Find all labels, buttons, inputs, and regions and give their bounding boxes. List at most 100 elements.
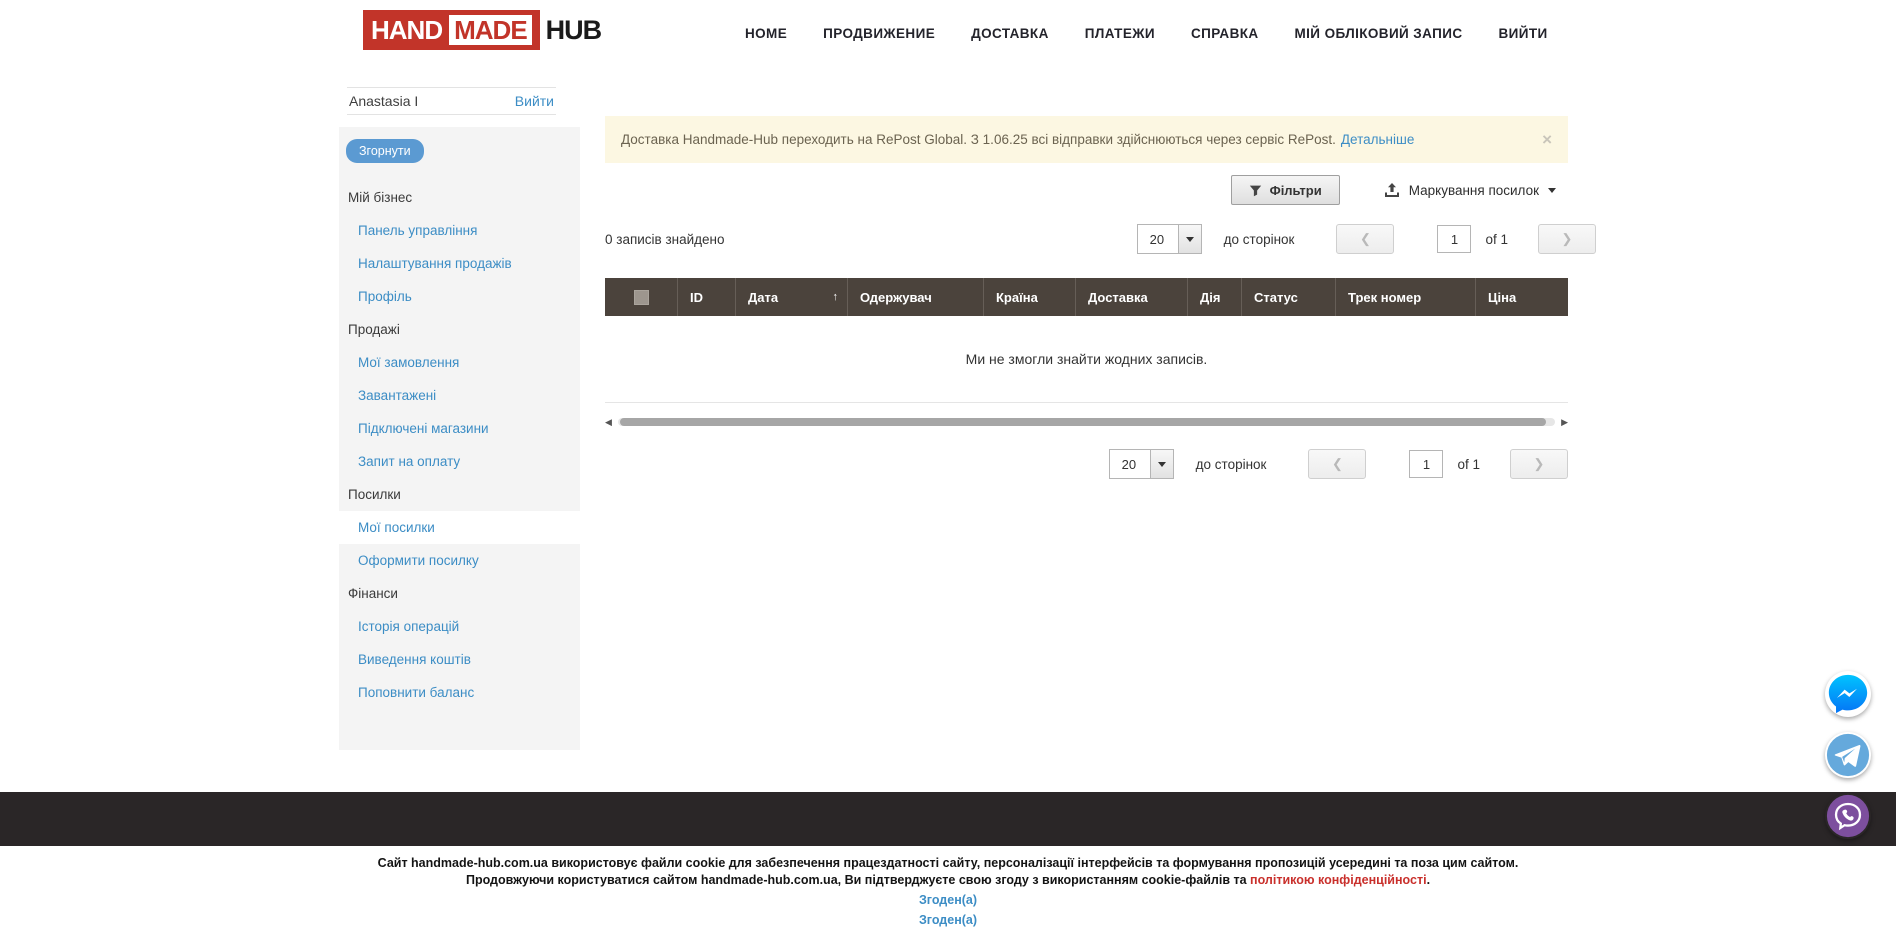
- col-country[interactable]: Країна: [983, 278, 1075, 316]
- nav-logout[interactable]: ВИЙТИ: [1499, 26, 1548, 41]
- nav-promotion[interactable]: ПРОДВИЖЕНИЕ: [823, 26, 935, 41]
- top-header: HAND MADE HUB HOME ПРОДВИЖЕНИЕ ДОСТАВКА …: [0, 0, 1896, 66]
- sidebar-item-connected-shops[interactable]: Підключені магазини: [339, 412, 580, 445]
- nav-help[interactable]: СПРАВКА: [1191, 26, 1259, 41]
- sidebar-menu: Мій бізнес Панель управління Налаштуванн…: [339, 181, 580, 709]
- sidebar-item-payment-request[interactable]: Запит на оплату: [339, 445, 580, 478]
- parcels-table-body: Ми не змогли знайти жодних записів.: [605, 316, 1568, 403]
- sidebar-item-transaction-history[interactable]: Історія операцій: [339, 610, 580, 643]
- col-delivery[interactable]: Доставка: [1075, 278, 1187, 316]
- scroll-left-icon[interactable]: ◀: [605, 417, 615, 427]
- sort-asc-icon[interactable]: ↑: [833, 291, 839, 303]
- empty-table-message: Ми не змогли знайти жодних записів.: [966, 351, 1208, 367]
- chevron-left-icon: ❮: [1332, 456, 1343, 472]
- horizontal-scrollbar[interactable]: ◀ ▶: [605, 415, 1568, 429]
- per-page-value: 20: [1110, 450, 1150, 478]
- sidebar-item-my-orders[interactable]: Мої замовлення: [339, 346, 580, 379]
- parcel-marking-label: Маркування посилок: [1409, 183, 1539, 198]
- chevron-left-icon: ❮: [1360, 231, 1371, 247]
- sidebar-item-create-parcel[interactable]: Оформити посилку: [339, 544, 580, 577]
- page-input[interactable]: [1437, 225, 1471, 253]
- handmade-hub-logo[interactable]: HAND MADE HUB: [363, 10, 601, 50]
- select-all-checkbox[interactable]: [634, 290, 649, 305]
- per-page-label: до сторінок: [1224, 232, 1295, 247]
- parcel-marking-dropdown[interactable]: Маркування посилок: [1384, 182, 1556, 198]
- sidebar-item-uploaded[interactable]: Завантажені: [339, 379, 580, 412]
- sidebar-section-finances: Фінанси: [339, 577, 580, 610]
- cookie-line1: Сайт handmade-hub.com.ua використовує фа…: [0, 855, 1896, 872]
- scroll-right-icon[interactable]: ▶: [1558, 417, 1568, 427]
- main-content: Доставка Handmade-Hub переходить на RePo…: [605, 66, 1568, 479]
- sidebar-item-sales-settings[interactable]: Налаштування продажів: [339, 247, 580, 280]
- agree-button-2[interactable]: Згоден(а): [0, 912, 1896, 929]
- page-input[interactable]: [1409, 450, 1443, 478]
- user-name: Anastasia I: [349, 93, 418, 109]
- messenger-button[interactable]: [1825, 671, 1871, 717]
- sidebar-section-my-business: Мій бізнес: [339, 181, 580, 214]
- viber-button[interactable]: [1825, 793, 1871, 839]
- nav-home[interactable]: HOME: [745, 26, 787, 41]
- col-date[interactable]: Дата ↑: [735, 278, 847, 316]
- nav-delivery[interactable]: ДОСТАВКА: [971, 26, 1049, 41]
- pagination-top: 20 до сторінок ❮ of 1 ❯: [1137, 224, 1596, 254]
- col-status[interactable]: Статус: [1241, 278, 1335, 316]
- cookie-line2: Продовжуючи користуватися сайтом handmad…: [0, 872, 1896, 889]
- banner-details-link[interactable]: Детальніше: [1341, 132, 1414, 147]
- scrollbar-thumb[interactable]: [620, 418, 1546, 426]
- chevron-right-icon: ❯: [1562, 231, 1573, 247]
- col-price[interactable]: Ціна: [1475, 278, 1568, 316]
- cookie-footer: Сайт handmade-hub.com.ua використовує фа…: [0, 855, 1896, 929]
- logo-hand: HAND: [371, 17, 442, 43]
- per-page-label: до сторінок: [1196, 457, 1267, 472]
- main-nav: HOME ПРОДВИЖЕНИЕ ДОСТАВКА ПЛАТЕЖИ СПРАВК…: [745, 0, 1548, 66]
- nav-payments[interactable]: ПЛАТЕЖИ: [1085, 26, 1155, 41]
- telegram-button[interactable]: [1825, 732, 1871, 778]
- sidebar-item-my-parcels[interactable]: Мої посилки: [339, 511, 580, 544]
- col-recipient[interactable]: Одержувач: [847, 278, 983, 316]
- col-action[interactable]: Дія: [1187, 278, 1241, 316]
- filters-button[interactable]: Фільтри: [1231, 175, 1340, 205]
- privacy-policy-link[interactable]: політикою конфіденційності: [1250, 873, 1427, 887]
- funnel-icon: [1249, 184, 1262, 197]
- per-page-caret[interactable]: [1150, 450, 1173, 478]
- logo-hub: HUB: [546, 15, 602, 46]
- sidebar-section-sales: Продажі: [339, 313, 580, 346]
- chevron-down-icon: [1158, 462, 1166, 467]
- cookie-line2-text: Продовжуючи користуватися сайтом handmad…: [466, 873, 1250, 887]
- per-page-caret[interactable]: [1178, 225, 1201, 253]
- chevron-right-icon: ❯: [1534, 456, 1545, 472]
- col-id[interactable]: ID: [677, 278, 735, 316]
- sidebar-item-top-up-balance[interactable]: Поповнити баланс: [339, 676, 580, 709]
- close-icon[interactable]: ×: [1542, 131, 1552, 148]
- col-checkbox: [605, 278, 677, 316]
- logo-red-box: HAND MADE: [363, 10, 540, 50]
- per-page-select[interactable]: 20: [1137, 224, 1202, 254]
- next-page-button[interactable]: ❯: [1510, 449, 1568, 479]
- next-page-button[interactable]: ❯: [1538, 224, 1596, 254]
- filters-button-label: Фільтри: [1270, 183, 1322, 198]
- per-page-select[interactable]: 20: [1109, 449, 1174, 479]
- sidebar: Anastasia I Вийти Згорнути Мій бізнес Па…: [339, 66, 580, 750]
- agree-button-1[interactable]: Згоден(а): [0, 892, 1896, 909]
- sidebar-item-dashboard[interactable]: Панель управління: [339, 214, 580, 247]
- user-row: Anastasia I Вийти: [347, 87, 556, 115]
- social-buttons: [1825, 671, 1871, 839]
- logo-made: MADE: [449, 15, 532, 45]
- sidebar-item-profile[interactable]: Профіль: [339, 280, 580, 313]
- col-track-number[interactable]: Трек номер: [1335, 278, 1475, 316]
- records-count: 0 записів знайдено: [605, 232, 725, 247]
- repost-notice-banner: Доставка Handmade-Hub переходить на RePo…: [605, 116, 1568, 163]
- messenger-icon: [1825, 671, 1871, 717]
- chevron-down-icon: [1186, 237, 1194, 242]
- sidebar-panel: Згорнути Мій бізнес Панель управління На…: [339, 127, 580, 750]
- prev-page-button[interactable]: ❮: [1336, 224, 1394, 254]
- telegram-icon: [1825, 732, 1871, 778]
- toolbar: Фільтри Маркування посилок: [605, 175, 1568, 205]
- nav-my-account[interactable]: МІЙ ОБЛІКОВИЙ ЗАПИС: [1295, 26, 1463, 41]
- sidebar-logout-link[interactable]: Вийти: [515, 93, 554, 109]
- collapse-button[interactable]: Згорнути: [346, 139, 424, 163]
- sidebar-item-withdraw-funds[interactable]: Виведення коштів: [339, 643, 580, 676]
- page-of-label: of 1: [1457, 457, 1480, 472]
- prev-page-button[interactable]: ❮: [1308, 449, 1366, 479]
- parcels-table-header: ID Дата ↑ Одержувач Країна Доставка Дія …: [605, 278, 1568, 316]
